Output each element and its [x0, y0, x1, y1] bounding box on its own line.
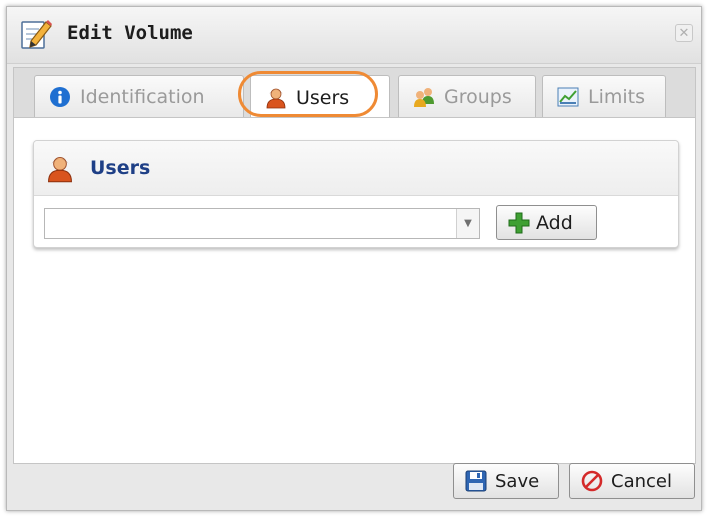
tab-users[interactable]: Users [250, 75, 390, 119]
plus-icon [508, 212, 530, 233]
save-button[interactable]: Save [453, 463, 559, 499]
dialog-footer: Save Cancel [13, 459, 696, 507]
add-button-label: Add [536, 211, 573, 234]
tab-label: Users [296, 86, 350, 109]
user-icon [48, 157, 72, 183]
tab-identification[interactable]: Identification [34, 75, 244, 117]
tab-content-panel: Users ▼ Add [13, 117, 696, 464]
user-icon [266, 88, 286, 108]
users-header: Users [34, 141, 678, 196]
tab-groups[interactable]: Groups [398, 75, 536, 117]
tab-label: Limits [588, 85, 645, 108]
dialog-titlebar[interactable]: Edit Volume ✕ [7, 7, 701, 64]
close-icon: ✕ [678, 26, 690, 41]
edit-document-icon [21, 20, 52, 49]
tab-label: Identification [80, 85, 205, 108]
add-user-button[interactable]: Add [496, 205, 597, 240]
tab-label: Groups [444, 85, 512, 108]
info-icon [50, 86, 70, 107]
users-fieldset: Users ▼ Add [33, 140, 679, 248]
group-icon [414, 87, 434, 107]
cancel-icon [581, 470, 603, 492]
cancel-label: Cancel [611, 470, 672, 492]
tab-strip: Identification Users Groups Limits [13, 67, 696, 119]
chart-icon [557, 87, 579, 106]
user-select-combo[interactable]: ▼ [44, 208, 480, 239]
dialog-title: Edit Volume [67, 22, 193, 44]
save-label: Save [495, 470, 540, 492]
cancel-button[interactable]: Cancel [569, 463, 695, 499]
dropdown-arrow-icon[interactable]: ▼ [456, 209, 479, 238]
users-section-title: Users [90, 157, 151, 179]
close-button[interactable]: ✕ [675, 24, 693, 42]
edit-volume-dialog: Edit Volume ✕ Identification Users Group… [6, 6, 702, 511]
save-disk-icon [465, 470, 487, 492]
tab-limits[interactable]: Limits [542, 75, 666, 117]
